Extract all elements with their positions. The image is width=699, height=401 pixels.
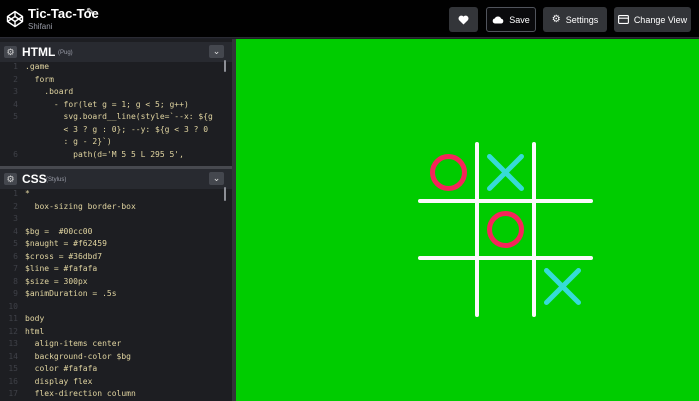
code-text: $naught = #f62459 (25, 239, 107, 248)
css-pane-title: CSS (22, 172, 47, 186)
line-number: 5 (13, 239, 18, 248)
css-scrollbar[interactable] (224, 187, 226, 201)
code-text: form (25, 74, 54, 84)
code-text: svg.board__line(style=`--x: ${g (25, 112, 213, 121)
line-number: 17 (8, 389, 18, 398)
html-collapse-chevron-icon[interactable]: ⌄ (209, 45, 224, 58)
code-text: .game (25, 62, 50, 71)
line-number: 6 (13, 149, 18, 159)
line-number: 7 (13, 264, 18, 273)
css-collapse-chevron-icon[interactable]: ⌄ (209, 172, 224, 185)
editor-column: ⚙ HTML (Pug) ⌄ 1 .game 2 form 3 .board 4 - f… (0, 39, 232, 401)
html-settings-gear-icon[interactable]: ⚙ (4, 46, 17, 58)
line-number: 11 (8, 314, 18, 323)
layout-icon (617, 15, 629, 24)
code-text: html (25, 326, 45, 336)
line-number: 6 (13, 251, 18, 261)
line-number: 13 (8, 339, 18, 348)
code-text: color #fafafa (25, 364, 98, 373)
edit-title-pencil-icon[interactable]: ✎ (86, 7, 94, 18)
code-text: - for(let g = 1; g < 5; g++) (25, 99, 189, 109)
line-number: 14 (8, 351, 18, 361)
line-number: 2 (13, 74, 18, 84)
pen-author[interactable]: Shifani (28, 22, 52, 31)
tic-tac-toe-board[interactable] (236, 39, 699, 401)
code-text: $line = #fafafa (25, 264, 98, 273)
code-text: box-sizing border-box (25, 201, 136, 211)
code-text: : g - 2}`) (25, 137, 112, 146)
settings-button[interactable]: ⚙ Settings (543, 7, 607, 32)
heart-icon (458, 15, 469, 25)
cloud-icon (492, 15, 504, 23)
result-preview[interactable] (236, 39, 699, 401)
change-view-label: Change View (633, 14, 688, 25)
code-text: align-items center (25, 339, 122, 348)
line-number: 5 (13, 112, 18, 121)
codepen-logo-icon[interactable] (6, 10, 24, 28)
line-number: 4 (13, 99, 18, 109)
settings-label: Settings (565, 14, 599, 25)
html-preprocessor-label: (Pug) (58, 50, 73, 56)
save-button[interactable]: Save (486, 7, 536, 32)
line-number: 3 (13, 87, 18, 96)
html-pane-header: ⚙ HTML (Pug) ⌄ (0, 42, 232, 62)
code-text: background-color $bg (25, 351, 131, 361)
css-code-editor[interactable]: 1 * 2 box-sizing border-box 3 4 $bg = #00cc00… (0, 189, 232, 401)
line-number: 12 (8, 326, 18, 336)
line-number: 16 (8, 376, 18, 386)
line-number: 1 (13, 189, 18, 198)
html-code-editor[interactable]: 1 .game 2 form 3 .board 4 - for(let g = 1; g… (0, 62, 232, 166)
line-number: 15 (8, 364, 18, 373)
code-text: < 3 ? g : 0}; --y: ${g < 3 ? 0 (25, 124, 209, 134)
code-text: display flex (25, 376, 93, 386)
change-view-button[interactable]: Change View (614, 7, 691, 32)
line-number: 2 (13, 201, 18, 211)
code-text: flex-direction column (25, 389, 136, 398)
code-text: $cross = #36dbd7 (25, 251, 103, 261)
line-number: 3 (13, 214, 18, 223)
line-number: 4 (13, 226, 18, 236)
code-text: path(d='M 5 5 L 295 5', (25, 149, 184, 159)
code-text: .board (25, 87, 74, 96)
top-bar: Tic-Tac-Toe ✎ Shifani Save ⚙ Settings Ch… (0, 0, 699, 38)
css-settings-gear-icon[interactable]: ⚙ (4, 173, 17, 185)
css-preprocessor-label: (Stylus) (46, 177, 67, 183)
html-pane-title: HTML (22, 45, 56, 59)
save-label: Save (509, 14, 530, 25)
like-button[interactable] (449, 7, 478, 32)
css-pane-header: ⚙ CSS (Stylus) ⌄ (0, 169, 232, 189)
code-text: $animDuration = .5s (25, 289, 117, 298)
code-text: body (25, 314, 45, 323)
line-number: 1 (13, 62, 18, 71)
line-number: 9 (13, 289, 18, 298)
gear-icon: ⚙ (551, 14, 561, 25)
code-text: * (25, 189, 30, 198)
code-text: $bg = #00cc00 (25, 226, 93, 236)
line-number: 10 (8, 301, 18, 311)
code-text: $size = 300px (25, 276, 88, 286)
line-number: 8 (13, 276, 18, 286)
html-scrollbar[interactable] (224, 60, 226, 72)
preview-background (236, 39, 699, 401)
